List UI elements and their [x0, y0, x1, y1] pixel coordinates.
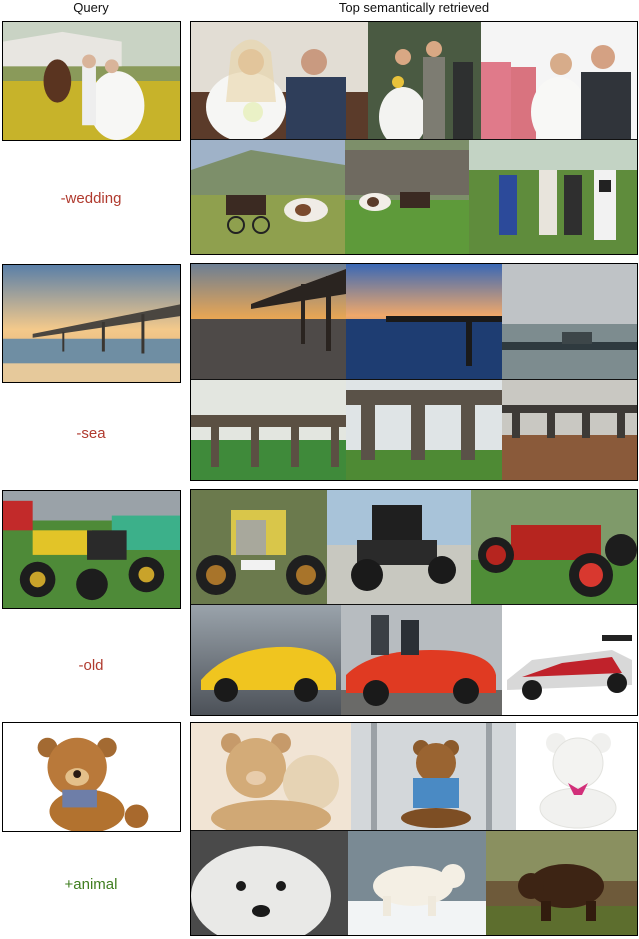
operation-label-sea: -sea	[76, 425, 106, 442]
retrieved-image	[469, 139, 637, 254]
query-image-sea	[2, 264, 181, 383]
retrieved-image	[341, 604, 503, 715]
operation-label-old: -old	[78, 657, 104, 674]
retrieved-image	[502, 264, 637, 379]
retrieved-column-header: Top semantically retrieved	[338, 0, 490, 15]
operation-label-wedding: -wedding	[60, 190, 122, 207]
retrieved-image	[502, 604, 637, 715]
retrieved-image	[191, 604, 342, 715]
retrieved-image	[502, 379, 637, 480]
retrieved-image	[191, 723, 352, 830]
retrieved-image	[327, 490, 472, 604]
retrieved-image	[191, 830, 349, 935]
retrieved-image	[346, 264, 503, 379]
retrieved-grid-sea	[190, 263, 638, 481]
pier-photo	[3, 265, 180, 382]
operation-label-animal: +animal	[64, 876, 118, 893]
query-column-header: Query	[73, 0, 109, 15]
query-image-old	[2, 490, 181, 609]
retrieved-image	[191, 379, 347, 480]
teddy-bear-photo	[3, 723, 180, 831]
retrieved-image	[516, 723, 637, 830]
retrieved-grid-animal	[190, 722, 638, 936]
retrieved-image	[486, 830, 637, 935]
retrieved-image	[345, 139, 470, 254]
retrieved-image	[481, 22, 637, 139]
retrieved-grid-old	[190, 489, 638, 716]
retrieved-grid-wedding	[190, 21, 638, 255]
retrieved-image	[191, 139, 346, 254]
retrieved-image	[368, 22, 482, 139]
wedding-photo	[3, 22, 180, 140]
retrieved-image	[191, 22, 369, 139]
query-image-wedding	[2, 21, 181, 141]
vintage-car-photo	[3, 491, 180, 608]
retrieved-image	[351, 723, 517, 830]
retrieved-image	[191, 264, 347, 379]
retrieved-image	[191, 490, 328, 604]
retrieved-image	[471, 490, 637, 604]
retrieved-image	[346, 379, 503, 480]
retrieved-image	[348, 830, 487, 935]
query-image-animal	[2, 722, 181, 832]
